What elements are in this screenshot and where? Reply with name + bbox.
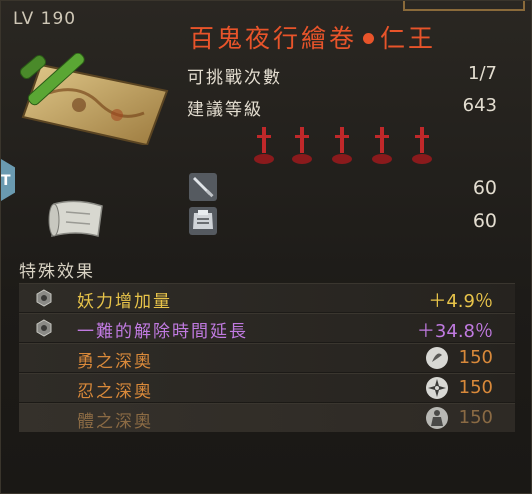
side-tab-letter: T (1, 173, 11, 189)
sword-stuck-in-ground-icon (292, 127, 312, 164)
mission-title-sub: 仁王 (380, 24, 437, 53)
mission-info-panel: LV 190 百鬼夜行繪卷 仁王 可挑戰次數 1/7 建議等級 643 T 60… (0, 0, 532, 494)
effect-label: 一難的解除時間延長 (77, 322, 248, 342)
special-effects-heading: 特殊效果 (19, 262, 95, 282)
difficulty-rating (251, 127, 451, 167)
top-frame-decoration (403, 1, 525, 11)
sword-stuck-in-ground-icon (254, 127, 274, 164)
sword-attack-icon (189, 173, 217, 201)
recommended-level-value: 643 (462, 95, 497, 116)
effect-row: 妖力增加量 ＋4.9％ (19, 283, 515, 312)
scroll-map-image (19, 53, 169, 145)
effect-value: 150 (458, 377, 493, 398)
challenge-count-value: 1/7 (468, 63, 497, 84)
effect-value: ＋4.9％ (428, 291, 493, 312)
title-separator-dot (363, 33, 375, 44)
effect-label: 體之深奧 (77, 412, 153, 432)
effect-row: 體之深奧 150 (19, 403, 515, 432)
level-label: LV 190 (13, 9, 77, 29)
body-stance-icon (426, 407, 448, 429)
soul-core-icon (36, 289, 52, 307)
armor-defense-icon (189, 207, 217, 235)
effect-row: 一難的解除時間延長 ＋34.8％ (19, 313, 515, 342)
sword-stuck-in-ground-icon (412, 127, 432, 164)
challenge-count-label: 可挑戰次數 (187, 68, 282, 88)
mission-title: 百鬼夜行繪卷 仁王 (189, 19, 436, 55)
scroll-item-icon (48, 200, 103, 237)
mission-title-main: 百鬼夜行繪卷 (189, 24, 358, 53)
sword-stuck-in-ground-icon (372, 127, 392, 164)
effect-value: ＋34.8％ (416, 321, 493, 342)
effect-label: 妖力增加量 (77, 292, 172, 312)
effect-row: 勇之深奧 150 (19, 343, 515, 372)
effect-value: 150 (458, 347, 493, 368)
recommended-level-label: 建議等級 (187, 100, 263, 120)
effect-value: 150 (458, 407, 493, 428)
shuriken-icon (426, 377, 448, 399)
side-tab-arrow[interactable]: T (1, 159, 15, 201)
effect-label: 勇之深奧 (77, 352, 153, 372)
defense-value: 60 (472, 210, 497, 232)
effect-label: 忍之深奧 (77, 382, 153, 402)
sword-stuck-in-ground-icon (332, 127, 352, 164)
soul-core-icon (36, 319, 52, 337)
effect-row: 忍之深奧 150 (19, 373, 515, 402)
attack-value: 60 (472, 177, 497, 199)
strong-stance-icon (426, 347, 448, 369)
special-effects-list: 妖力增加量 ＋4.9％ 一難的解除時間延長 ＋34.8％ 勇之深奧 150 忍之… (19, 283, 515, 433)
